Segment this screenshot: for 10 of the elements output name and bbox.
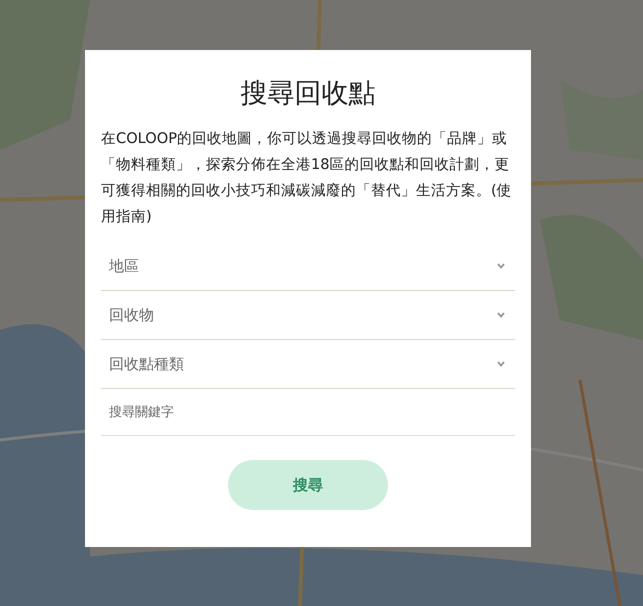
chevron-down-icon: [497, 361, 505, 367]
dropdown[interactable]: 回收物: [101, 291, 515, 340]
dropdown-label: 回收點種類: [109, 354, 184, 374]
chevron-down-icon: [497, 312, 505, 318]
description-text: 在COLOOP的回收地圖，你可以透過搜尋回收物的「品牌」或「物料種類」，探索分佈在全港18區的回收點和回收計劃，更可獲得相關的回收小技巧和減碳減廢的「替代」生活方案。(使用指南): [101, 129, 513, 227]
chevron-down-icon: [497, 263, 505, 269]
dropdown-label: 地區: [109, 256, 139, 276]
dialog-title: 搜尋回收點: [240, 77, 376, 111]
dropdown-label: 回收物: [109, 306, 154, 324]
dropdown[interactable]: 地區: [101, 242, 515, 291]
